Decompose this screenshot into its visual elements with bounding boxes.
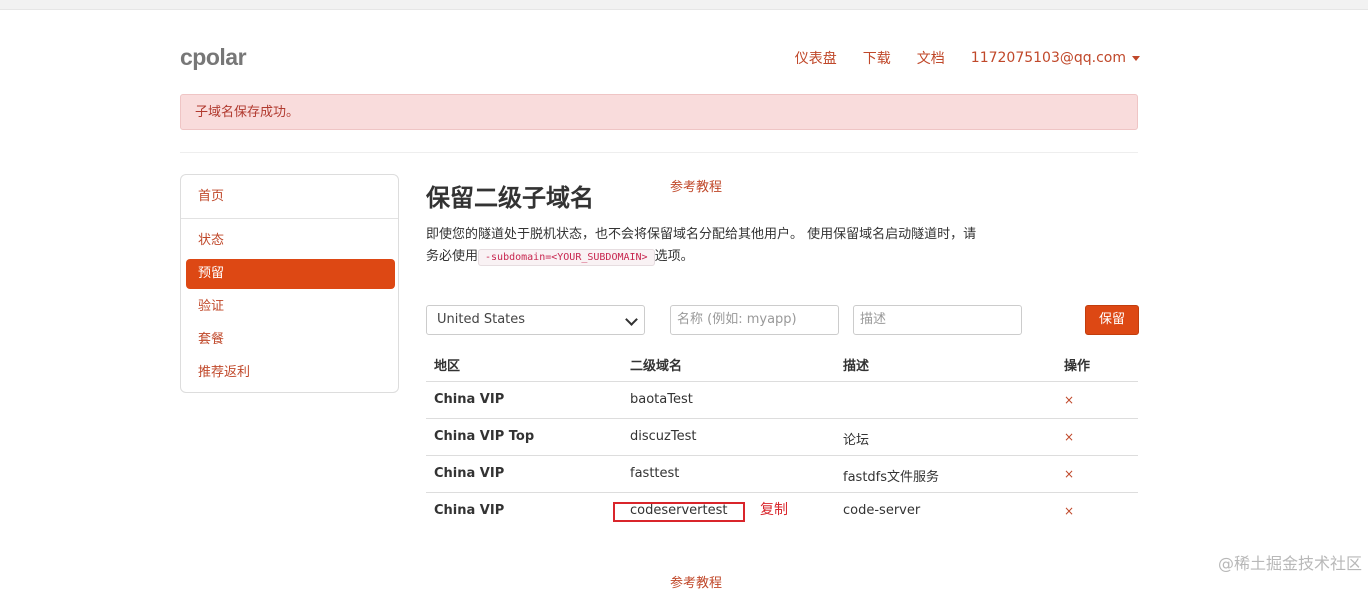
table-header-subdomain: 二级域名 — [630, 359, 683, 374]
row-region: China VIP — [434, 466, 505, 481]
row-divider — [426, 381, 1138, 382]
caret-down-icon — [1132, 55, 1140, 61]
nav-download[interactable]: 下载 — [863, 48, 891, 68]
row-description: fastdfs文件服务 — [843, 470, 940, 485]
page-title: 保留二级子域名 — [426, 184, 594, 212]
sidebar: 首页 状态 预留 验证 套餐 推荐返利 — [180, 174, 399, 393]
row-subdomain: discuzTest — [630, 429, 697, 444]
row-region: China VIP Top — [434, 429, 535, 444]
nav-user-menu[interactable]: 1172075103@qq.com — [971, 48, 1140, 68]
bottom-reference-link[interactable]: 参考教程 — [670, 572, 722, 591]
row-region: China VIP — [434, 392, 505, 407]
success-alert: 子域名保存成功。 — [180, 94, 1138, 130]
reference-tutorial-link[interactable]: 参考教程 — [670, 176, 722, 195]
watermark: @稀土掘金技术社区 — [1217, 554, 1362, 573]
page-description: 即使您的隧道处于脱机状态，也不会将保留域名分配给其他用户。 使用保留域名启动隧道… — [426, 224, 986, 269]
row-description: code-server — [843, 503, 921, 518]
delete-icon[interactable]: × — [1064, 393, 1074, 407]
sidebar-item-status[interactable]: 状态 — [186, 226, 395, 256]
table-header-action: 操作 — [1064, 359, 1091, 374]
copy-annotation: 复制 — [760, 502, 788, 518]
description-input[interactable]: 描述 — [853, 305, 1022, 335]
sidebar-item-verify[interactable]: 验证 — [186, 292, 395, 322]
divider — [180, 152, 1138, 153]
delete-icon[interactable]: × — [1064, 504, 1074, 518]
region-selected-value: United States — [437, 312, 526, 327]
row-divider — [426, 418, 1138, 419]
nav-dashboard[interactable]: 仪表盘 — [795, 48, 837, 68]
sidebar-item-referral[interactable]: 推荐返利 — [186, 358, 395, 388]
subdomain-name-input[interactable]: 名称 (例如: myapp) — [670, 305, 839, 335]
row-divider — [426, 492, 1138, 493]
reserve-button[interactable]: 保留 — [1085, 305, 1139, 335]
browser-top-strip — [0, 0, 1368, 10]
row-subdomain: fasttest — [630, 466, 680, 481]
delete-icon[interactable]: × — [1064, 467, 1074, 481]
delete-icon[interactable]: × — [1064, 430, 1074, 444]
table-header-region: 地区 — [434, 359, 461, 374]
subdomain-code: -subdomain=<YOUR_SUBDOMAIN> — [478, 249, 655, 266]
highlight-box — [613, 502, 745, 522]
sidebar-divider — [181, 218, 398, 219]
user-email: 1172075103@qq.com — [970, 50, 1126, 66]
row-subdomain: baotaTest — [630, 392, 693, 407]
description-suffix: 选项。 — [654, 249, 694, 264]
row-divider — [426, 455, 1138, 456]
nav-docs[interactable]: 文档 — [917, 48, 945, 68]
top-nav: 仪表盘 下载 文档 1172075103@qq.com — [795, 48, 1140, 68]
logo[interactable]: cpolar — [180, 44, 247, 71]
chevron-down-icon — [625, 313, 638, 326]
table-header-description: 描述 — [843, 359, 870, 374]
row-region: China VIP — [434, 503, 505, 518]
sidebar-item-reserved[interactable]: 预留 — [186, 259, 395, 289]
sidebar-item-home[interactable]: 首页 — [186, 182, 395, 212]
region-select[interactable]: United States — [426, 305, 645, 335]
sidebar-item-plan[interactable]: 套餐 — [186, 325, 395, 355]
row-description: 论坛 — [843, 433, 870, 448]
